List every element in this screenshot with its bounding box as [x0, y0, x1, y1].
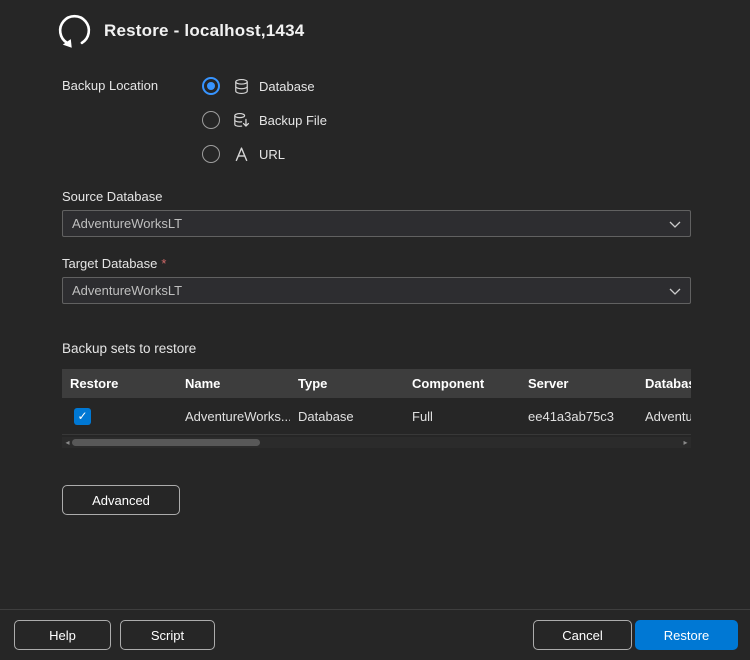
chevron-down-icon: [669, 288, 681, 295]
target-database-value: AdventureWorksLT: [72, 283, 182, 298]
radio-button-database[interactable]: [202, 77, 220, 95]
radio-button-url[interactable]: [202, 145, 220, 163]
advanced-button[interactable]: Advanced: [62, 485, 180, 515]
table-header-row: Restore Name Type Component Server Datab…: [62, 369, 691, 398]
source-database-label: Source Database: [62, 189, 162, 204]
radio-label-url: URL: [259, 147, 285, 162]
target-database-label: Target Database *: [62, 256, 166, 271]
table-row[interactable]: ✓ AdventureWorks... Database Full ee41a3…: [62, 398, 691, 435]
backup-file-icon: [233, 112, 250, 129]
backup-sets-table: Restore Name Type Component Server Datab…: [62, 369, 691, 435]
backup-location-radio-group: Database Backup File URL: [202, 69, 327, 171]
radio-label-backup-file: Backup File: [259, 113, 327, 128]
help-button[interactable]: Help: [14, 620, 111, 650]
source-database-select[interactable]: AdventureWorksLT: [62, 210, 691, 237]
radio-label-database: Database: [259, 79, 315, 94]
restore-button[interactable]: Restore: [635, 620, 738, 650]
target-database-select[interactable]: AdventureWorksLT: [62, 277, 691, 304]
cell-database: Adventu...: [637, 409, 691, 424]
radio-button-backup-file[interactable]: [202, 111, 220, 129]
backup-location-label: Backup Location: [62, 78, 158, 93]
script-button[interactable]: Script: [120, 620, 215, 650]
column-header-restore: Restore: [62, 376, 177, 391]
horizontal-scrollbar[interactable]: ◂ ▸: [62, 437, 691, 448]
url-icon: [233, 146, 250, 163]
scroll-right-icon[interactable]: ▸: [680, 437, 691, 448]
source-database-value: AdventureWorksLT: [72, 216, 182, 231]
cell-name: AdventureWorks...: [177, 409, 290, 424]
radio-option-database[interactable]: Database: [202, 69, 327, 103]
column-header-component: Component: [404, 376, 520, 391]
required-marker: *: [161, 256, 166, 271]
restore-checkbox[interactable]: ✓: [74, 408, 91, 425]
backup-sets-section-label: Backup sets to restore: [62, 341, 196, 356]
radio-option-url[interactable]: URL: [202, 137, 327, 171]
dialog-header: Restore - localhost,1434: [56, 12, 304, 49]
database-icon: [233, 78, 250, 95]
column-header-type: Type: [290, 376, 404, 391]
restore-icon: [56, 12, 93, 49]
column-header-name: Name: [177, 376, 290, 391]
cancel-button[interactable]: Cancel: [533, 620, 632, 650]
cell-component: Full: [404, 409, 520, 424]
dialog-title: Restore - localhost,1434: [104, 21, 304, 41]
cell-server: ee41a3ab75c3: [520, 409, 637, 424]
target-database-label-text: Target Database: [62, 256, 157, 271]
check-icon: ✓: [77, 409, 87, 423]
footer-divider: [0, 609, 750, 610]
cell-type: Database: [290, 409, 404, 424]
restore-dialog: Restore - localhost,1434 Backup Location…: [0, 0, 750, 660]
column-header-database: Database: [637, 376, 691, 391]
radio-option-backup-file[interactable]: Backup File: [202, 103, 327, 137]
chevron-down-icon: [669, 221, 681, 228]
cell-restore: ✓: [62, 408, 177, 425]
column-header-server: Server: [520, 376, 637, 391]
scrollbar-thumb[interactable]: [72, 439, 260, 446]
